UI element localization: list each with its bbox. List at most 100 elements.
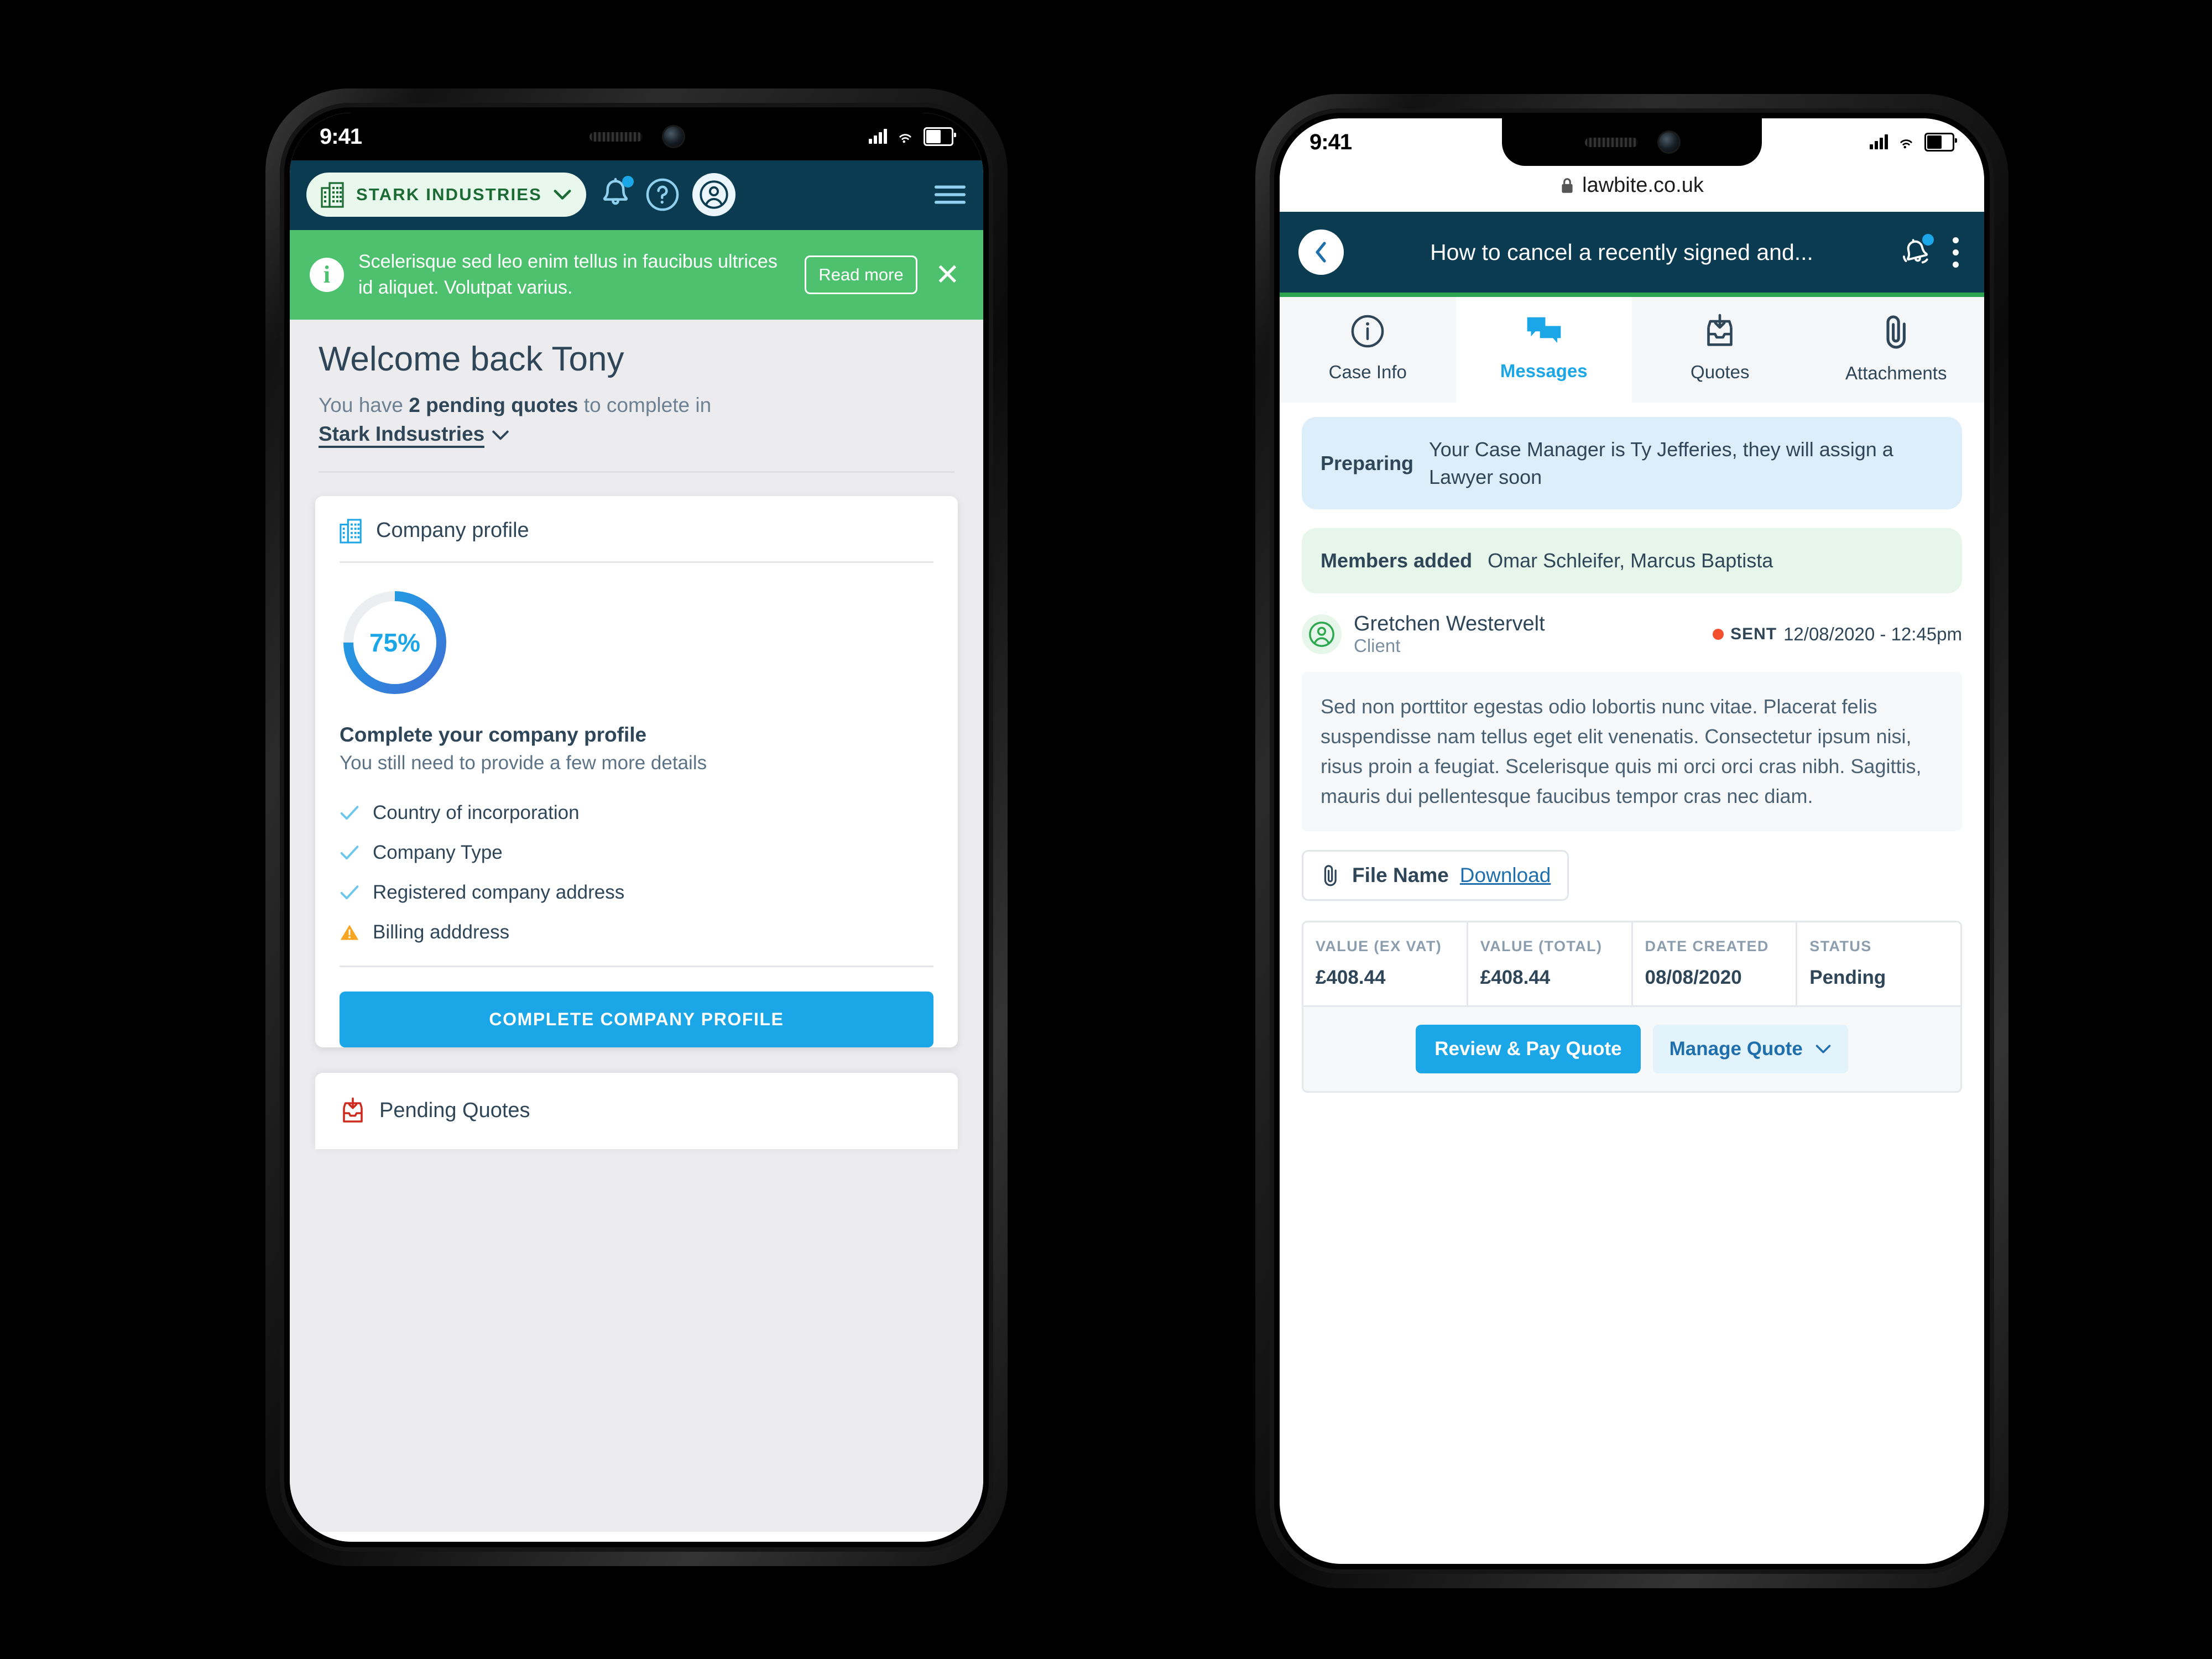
checklist-item-label: Registered company address bbox=[373, 881, 625, 903]
read-more-button[interactable]: Read more bbox=[805, 255, 917, 294]
org-select-link[interactable]: Stark Indsustries bbox=[319, 423, 485, 448]
status-time: 9:41 bbox=[320, 124, 362, 149]
left-app-bar: STARK INDUSTRIES bbox=[290, 160, 983, 230]
tab-quotes[interactable]: Quotes bbox=[1632, 297, 1808, 403]
chevron-down-icon bbox=[1815, 1045, 1831, 1053]
message-meta: SENT 12/08/2020 - 12:45pm bbox=[1713, 624, 1962, 645]
bubble-label: Preparing bbox=[1321, 451, 1414, 474]
inbox-download-icon bbox=[343, 1097, 363, 1123]
chevron-down-icon bbox=[554, 190, 571, 200]
column-header: STATUS bbox=[1809, 937, 1872, 954]
bubble-label: Members added bbox=[1321, 549, 1473, 572]
front-camera-icon bbox=[1659, 132, 1679, 152]
phone-right: 9:41 lawbite.co.uk How to cancel a recen… bbox=[1255, 94, 2008, 1588]
list-item[interactable]: Registered company address bbox=[340, 873, 933, 912]
notifications-button[interactable] bbox=[1900, 234, 1934, 270]
list-item[interactable]: Billing adddress bbox=[340, 912, 933, 952]
complete-company-profile-button[interactable]: COMPLETE COMPANY PROFILE bbox=[340, 991, 933, 1047]
avatar bbox=[1302, 614, 1342, 654]
notch-left bbox=[507, 113, 766, 160]
pending-quotes-title: Pending Quotes bbox=[379, 1099, 530, 1123]
chevron-left-icon bbox=[1316, 242, 1326, 263]
wifi-icon bbox=[899, 134, 911, 143]
phone-right-screen: 9:41 lawbite.co.uk How to cancel a recen… bbox=[1280, 118, 1984, 1564]
status-indicators bbox=[1870, 133, 1957, 152]
card-header: Company profile bbox=[340, 496, 933, 561]
checklist-item-label: Billing adddress bbox=[373, 921, 510, 943]
status-bubble: Members added Omar Schleifer, Marcus Bapt… bbox=[1302, 528, 1962, 594]
right-content: Preparing Your Case Manager is Ty Jefferi… bbox=[1280, 403, 1984, 1093]
inbox-download-icon bbox=[1703, 314, 1737, 352]
info-circle-icon bbox=[1350, 314, 1385, 352]
manage-quote-button[interactable]: Manage Quote bbox=[1652, 1025, 1848, 1074]
tab-messages[interactable]: Messages bbox=[1455, 297, 1632, 403]
org-name-label: STARK INDUSTRIES bbox=[356, 185, 542, 204]
sender-name: Gretchen Westervelt bbox=[1354, 612, 1545, 636]
url-text: lawbite.co.uk bbox=[1582, 174, 1704, 197]
checklist-item-label: Company Type bbox=[373, 841, 503, 863]
phone-left-screen: 9:41 STARK INDUSTRIES i Scelerisque sed … bbox=[290, 113, 983, 1542]
browser-url-bar[interactable]: lawbite.co.uk bbox=[1280, 166, 1984, 212]
case-title: How to cancel a recently signed and... bbox=[1430, 239, 1813, 265]
paperclip-icon bbox=[1881, 314, 1912, 353]
account-avatar-button[interactable] bbox=[692, 173, 736, 216]
tab-attachments[interactable]: Attachments bbox=[1808, 297, 1984, 403]
bubble-text: Omar Schleifer, Marcus Baptista bbox=[1488, 549, 1773, 572]
cellular-signal-icon bbox=[869, 129, 887, 144]
list-item[interactable]: Company Type bbox=[340, 833, 933, 873]
manage-quote-label: Manage Quote bbox=[1669, 1038, 1803, 1060]
user-avatar-icon bbox=[700, 180, 728, 209]
hamburger-menu-button[interactable] bbox=[933, 182, 967, 207]
bubble-text: Your Case Manager is Ty Jefferies, they … bbox=[1429, 438, 1893, 488]
pending-quotes-count: 2 pending quotes bbox=[409, 393, 578, 416]
attachment-row[interactable]: File Name Download bbox=[1302, 849, 1569, 901]
question-circle-icon bbox=[646, 178, 679, 211]
back-button[interactable] bbox=[1298, 229, 1344, 275]
notifications-button[interactable] bbox=[598, 176, 634, 213]
sent-timestamp: 12/08/2020 - 12:45pm bbox=[1783, 623, 1962, 644]
cell-value: 08/08/2020 bbox=[1645, 967, 1742, 989]
close-icon[interactable]: ✕ bbox=[932, 260, 963, 290]
earpiece-speaker-icon bbox=[1585, 137, 1638, 147]
progress-percent-label: 75% bbox=[369, 628, 421, 657]
status-time: 9:41 bbox=[1310, 129, 1352, 154]
profile-checklist: Country of incorporation Company Type Regi… bbox=[340, 793, 933, 966]
warning-triangle-icon bbox=[340, 923, 359, 942]
battery-icon bbox=[1924, 133, 1957, 152]
complete-profile-heading: Complete your company profile bbox=[340, 723, 647, 746]
help-button[interactable] bbox=[645, 177, 680, 212]
tab-label: Case Info bbox=[1328, 362, 1407, 382]
profile-completion-ring: 75% bbox=[340, 587, 450, 698]
left-content: Welcome back Tony You have 2 pending quo… bbox=[290, 319, 983, 1532]
tab-label: Messages bbox=[1500, 361, 1588, 381]
hamburger-menu-icon bbox=[934, 185, 966, 204]
download-link[interactable]: Download bbox=[1460, 864, 1551, 887]
chat-bubbles-icon bbox=[1525, 314, 1563, 351]
status-bubble: Preparing Your Case Manager is Ty Jefferi… bbox=[1302, 417, 1962, 510]
cell-value: £408.44 bbox=[1480, 967, 1551, 989]
check-icon bbox=[340, 843, 359, 862]
office-building-icon bbox=[340, 519, 362, 544]
tab-label: Quotes bbox=[1691, 362, 1750, 382]
review-and-pay-quote-button[interactable]: Review & Pay Quote bbox=[1416, 1025, 1641, 1074]
check-icon bbox=[340, 885, 359, 900]
tab-case-info[interactable]: Case Info bbox=[1280, 297, 1456, 403]
more-vertical-icon[interactable] bbox=[1946, 237, 1965, 268]
user-avatar-icon bbox=[1309, 621, 1334, 647]
sender-info: Gretchen Westervelt Client bbox=[1354, 612, 1545, 656]
pending-quotes-card[interactable]: Pending Quotes bbox=[315, 1072, 958, 1149]
quote-summary-table: VALUE (EX VAT) £408.44 VALUE (TOTAL) £408.4… bbox=[1302, 920, 1962, 1008]
complete-profile-subtext: You still need to provide a few more det… bbox=[340, 752, 707, 774]
quote-actions: Review & Pay Quote Manage Quote bbox=[1302, 1007, 1962, 1093]
status-indicators bbox=[869, 127, 956, 146]
message-body: Sed non porttitor egestas odio lobortis … bbox=[1302, 671, 1962, 831]
case-tabs: Case Info Messages Quotes Attachments bbox=[1280, 297, 1984, 403]
column-header: VALUE (EX VAT) bbox=[1316, 937, 1442, 954]
paperclip-icon bbox=[1324, 864, 1337, 886]
org-switcher-button[interactable]: STARK INDUSTRIES bbox=[306, 173, 587, 217]
phone-left: 9:41 STARK INDUSTRIES i Scelerisque sed … bbox=[265, 88, 1008, 1566]
list-item[interactable]: Country of incorporation bbox=[340, 793, 933, 833]
checklist-item-label: Country of incorporation bbox=[373, 801, 580, 823]
chevron-down-icon[interactable] bbox=[491, 420, 510, 449]
progress-section: 75% bbox=[340, 563, 933, 705]
